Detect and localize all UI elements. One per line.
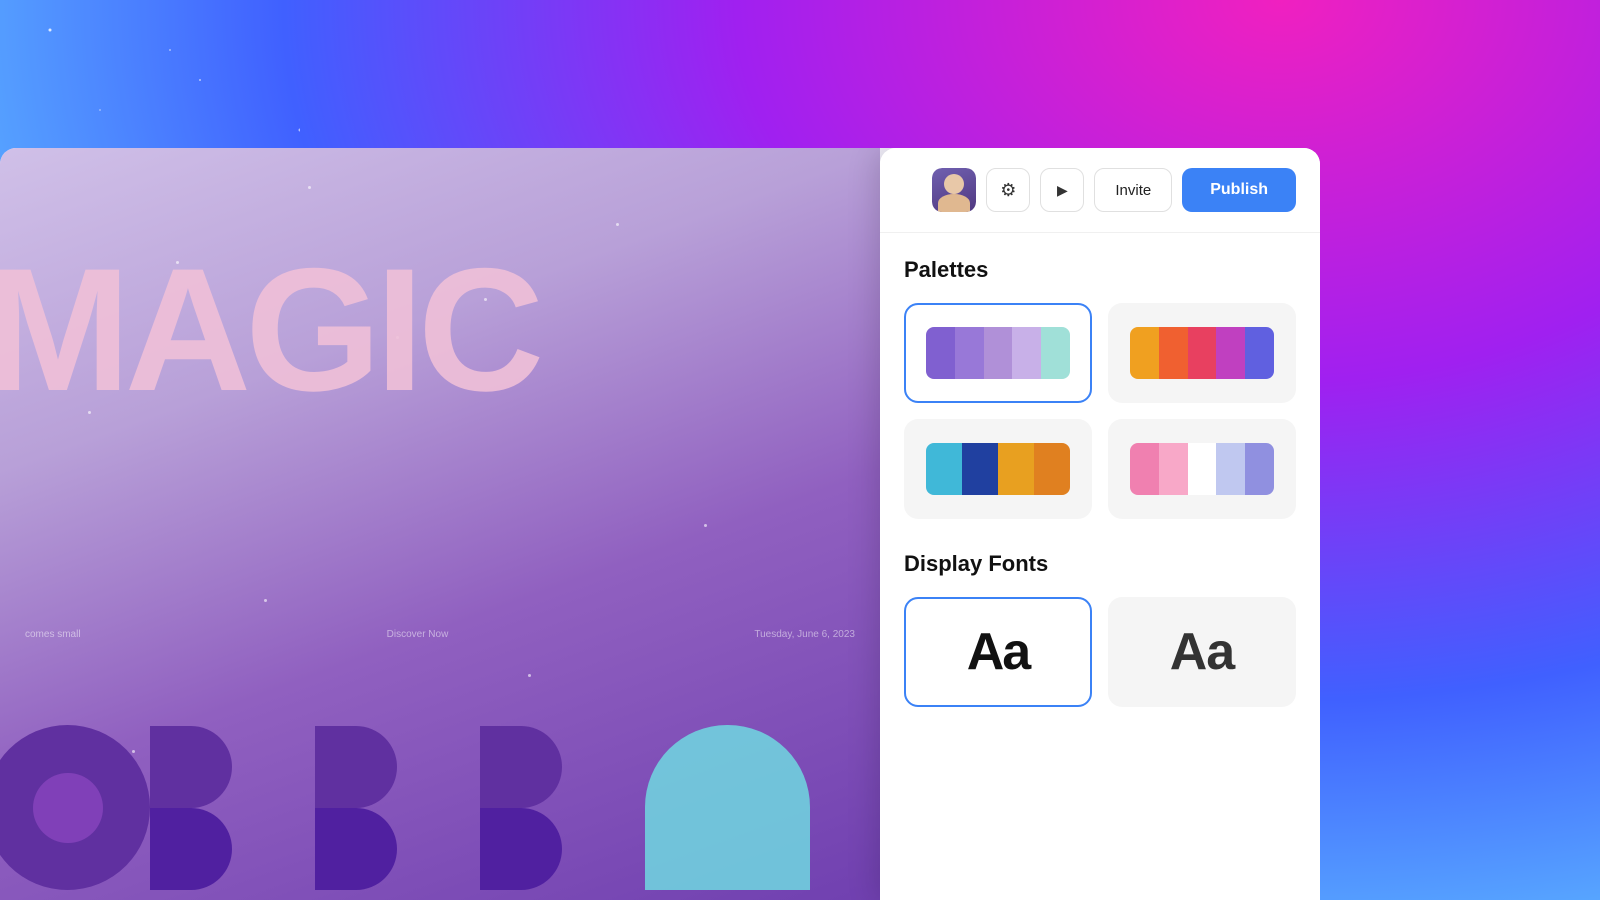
palette-card-2[interactable]: [1108, 303, 1296, 403]
play-icon: ▶: [1057, 182, 1068, 199]
fonts-section: Display Fonts Aa Aa: [904, 551, 1296, 707]
app-window: MAGIC comes small Discover Now Tuesday, …: [0, 148, 1320, 900]
canvas-footer-center: Discover Now: [387, 629, 449, 640]
palette-swatches-4: [1130, 443, 1274, 495]
font-card-2[interactable]: Aa: [1108, 597, 1296, 707]
invite-button[interactable]: Invite: [1094, 168, 1172, 212]
swatch: [1216, 327, 1245, 379]
preview-button[interactable]: ▶: [1040, 168, 1084, 212]
swatch: [1130, 327, 1159, 379]
swatch: [1034, 443, 1070, 495]
swatch: [984, 327, 1013, 379]
design-canvas: MAGIC comes small Discover Now Tuesday, …: [0, 148, 880, 900]
swatch: [1130, 443, 1159, 495]
font-grid: Aa Aa: [904, 597, 1296, 707]
palette-card-4[interactable]: [1108, 419, 1296, 519]
palette-swatches-2: [1130, 327, 1274, 379]
publish-label: Publish: [1210, 181, 1268, 198]
canvas-footer: comes small Discover Now Tuesday, June 6…: [10, 629, 870, 640]
settings-button[interactable]: ⚙: [986, 168, 1030, 212]
font-card-1[interactable]: Aa: [904, 597, 1092, 707]
panel-content: Palettes: [880, 233, 1320, 900]
gear-icon: ⚙: [1000, 180, 1016, 201]
swatch: [955, 327, 984, 379]
swatch: [1041, 327, 1070, 379]
publish-button[interactable]: Publish: [1182, 168, 1296, 212]
palette-card-3[interactable]: [904, 419, 1092, 519]
swatch: [1188, 443, 1217, 495]
swatch: [962, 443, 998, 495]
toolbar: ⚙ ▶ Invite Publish: [880, 148, 1320, 233]
swatch: [1188, 327, 1217, 379]
canvas-bottom-area: [0, 640, 880, 900]
palette-grid: [904, 303, 1296, 519]
palette-swatches-3: [926, 443, 1070, 495]
palettes-title: Palettes: [904, 257, 1296, 283]
fonts-title: Display Fonts: [904, 551, 1296, 577]
right-panel: ⚙ ▶ Invite Publish Palettes: [880, 148, 1320, 900]
invite-label: Invite: [1115, 182, 1151, 199]
swatch: [926, 327, 955, 379]
swatch: [1159, 443, 1188, 495]
palette-swatches-1: [926, 327, 1070, 379]
user-avatar[interactable]: [932, 168, 976, 212]
canvas-footer-right: Tuesday, June 6, 2023: [754, 629, 855, 640]
swatch: [1216, 443, 1245, 495]
canvas-footer-left: comes small: [25, 629, 81, 640]
canvas-magic-text: MAGIC: [0, 243, 538, 418]
swatch: [1159, 327, 1188, 379]
swatch: [1245, 443, 1274, 495]
palettes-section: Palettes: [904, 257, 1296, 519]
swatch: [926, 443, 962, 495]
swatch: [1012, 327, 1041, 379]
swatch: [998, 443, 1034, 495]
swatch: [1245, 327, 1274, 379]
font-preview-1: Aa: [967, 622, 1029, 682]
font-preview-2: Aa: [1170, 622, 1234, 682]
palette-card-1[interactable]: [904, 303, 1092, 403]
